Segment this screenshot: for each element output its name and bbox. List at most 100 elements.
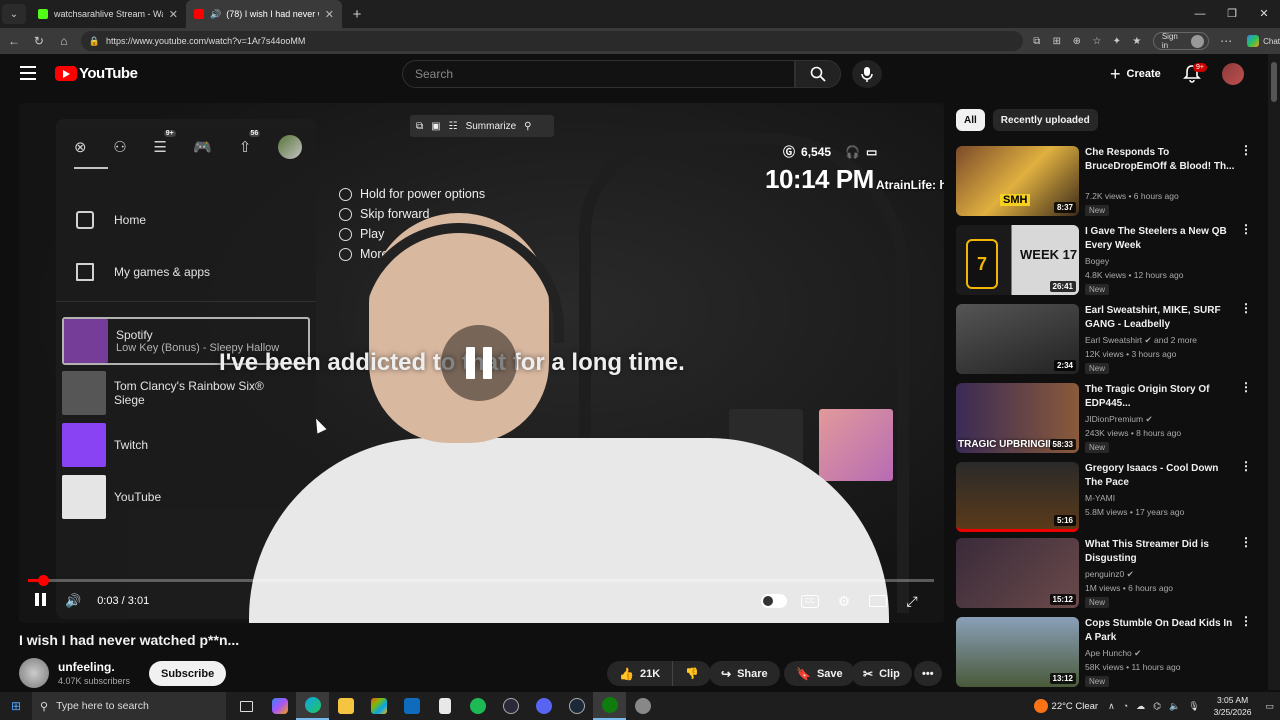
favorite-star-icon[interactable]: ☆ <box>1087 36 1107 47</box>
video-thumbnail[interactable]: SMH 8:37 <box>956 146 1079 216</box>
youtube-logo[interactable]: YouTube <box>55 65 138 82</box>
more-options-icon[interactable]: ⋯ <box>1215 34 1237 48</box>
settings-app-icon[interactable] <box>626 692 659 720</box>
recommended-video[interactable]: SMH 8:37 Che Responds To BruceDropEmOff … <box>956 144 1256 218</box>
fullscreen-icon[interactable]: ⤢ <box>901 591 923 611</box>
video-title[interactable]: What This Streamer Did is Disgusting <box>1085 538 1235 566</box>
video-title[interactable]: Earl Sweatshirt, MIKE, SURF GANG - Leadb… <box>1085 304 1235 332</box>
url-input[interactable]: 🔒 https://www.youtube.com/watch?v=1Ar7s4… <box>80 31 1023 51</box>
edge-browser-icon[interactable] <box>296 692 329 720</box>
new-tab-button[interactable]: + <box>346 6 368 23</box>
spotify-icon[interactable] <box>461 692 494 720</box>
home-icon[interactable]: ⌂ <box>53 34 75 48</box>
center-pause-button[interactable] <box>441 325 517 401</box>
taskbar-search-input[interactable]: ⚲ Type here to search <box>32 692 226 720</box>
recommended-video[interactable]: 15:12 What This Streamer Did is Disgusti… <box>956 536 1256 610</box>
taskbar-clock[interactable]: 3:05 AM 3/25/2026 <box>1214 694 1252 718</box>
create-button[interactable]: + Create <box>1100 61 1171 87</box>
more-vert-icon[interactable]: ⋮ <box>1240 144 1252 156</box>
clip-button[interactable]: ✂ Clip <box>851 661 912 686</box>
translate-icon[interactable]: ⧉ <box>1027 36 1047 47</box>
more-vert-icon[interactable]: ⋮ <box>1240 381 1252 393</box>
video-title[interactable]: I Gave The Steelers a New QB Every Week <box>1085 225 1235 253</box>
steam-icon[interactable] <box>560 692 593 720</box>
progress-bar[interactable] <box>28 575 934 586</box>
network-icon[interactable]: ⌬ <box>1153 701 1161 712</box>
video-thumbnail[interactable]: TRAGIC UPBRINGIN 58:33 <box>956 383 1079 453</box>
channel-avatar[interactable] <box>19 658 49 688</box>
more-vert-icon[interactable]: ⋮ <box>1240 536 1252 548</box>
more-vert-icon[interactable]: ⋮ <box>1240 615 1252 627</box>
menu-icon[interactable] <box>20 66 36 80</box>
notification-center-icon[interactable]: ▭ <box>1265 701 1274 712</box>
channel-name[interactable]: unfeeling. <box>58 660 115 674</box>
volume-icon[interactable]: 🔊 <box>65 593 81 609</box>
theater-mode-icon[interactable] <box>869 595 887 607</box>
copilot-app-icon[interactable] <box>263 692 296 720</box>
microsoft-store-icon[interactable] <box>362 692 395 720</box>
meet-icon[interactable]: ◔ <box>1123 701 1128 711</box>
sign-in-button[interactable]: Sign in <box>1152 32 1210 50</box>
more-vert-icon[interactable]: ⋮ <box>1240 223 1252 235</box>
media-player-icon[interactable] <box>494 692 527 720</box>
captions-icon[interactable]: CC <box>801 594 819 608</box>
search-input[interactable]: Search <box>402 60 795 88</box>
zoom-icon[interactable]: ⊕ <box>1067 36 1087 47</box>
more-vert-icon[interactable]: ⋮ <box>1240 302 1252 314</box>
close-window-button[interactable]: ✕ <box>1248 0 1280 28</box>
video-title[interactable]: The Tragic Origin Story Of EDP445... <box>1085 383 1235 411</box>
close-tab-icon[interactable]: ✕ <box>169 8 178 21</box>
favorites-icon[interactable]: ★ <box>1127 36 1147 47</box>
file-explorer-icon[interactable] <box>329 692 362 720</box>
translate-icon[interactable]: ⚲ <box>524 121 531 132</box>
autoplay-toggle[interactable] <box>761 594 787 608</box>
back-icon[interactable]: ← <box>3 34 25 48</box>
browser-tab-youtube[interactable]: 🔊 (78) I wish I had never watche ✕ <box>186 0 342 28</box>
pause-button[interactable] <box>35 593 49 609</box>
extensions-icon[interactable]: ✦ <box>1107 36 1127 47</box>
miniplayer-icon[interactable]: ⧉ <box>416 121 423 132</box>
notepad-icon[interactable] <box>428 692 461 720</box>
video-title[interactable]: Che Responds To BruceDropEmOff & Blood! … <box>1085 146 1235 174</box>
voice-search-button[interactable] <box>852 60 882 88</box>
video-thumbnail[interactable]: 13:12 <box>956 617 1079 687</box>
copilot-chat-button[interactable]: Chat <box>1247 35 1280 47</box>
subscribe-button[interactable]: Subscribe <box>149 661 227 686</box>
dislike-button[interactable]: 👎 <box>673 661 711 686</box>
account-avatar[interactable] <box>1222 63 1244 85</box>
like-button[interactable]: 👍 21K <box>607 661 674 686</box>
more-vert-icon[interactable]: ⋮ <box>1240 460 1252 472</box>
page-scrollbar[interactable] <box>1268 54 1280 690</box>
search-button[interactable] <box>795 60 841 88</box>
more-actions-button[interactable]: ••• <box>914 661 942 686</box>
share-button[interactable]: ↪ Share <box>709 661 780 686</box>
video-thumbnail[interactable]: 7 WEEK 17 26:41 <box>956 225 1079 295</box>
video-thumbnail[interactable]: 2:34 <box>956 304 1079 374</box>
restore-button[interactable]: ❐ <box>1216 0 1248 28</box>
discord-icon[interactable] <box>527 692 560 720</box>
video-title[interactable]: Cops Stumble On Dead Kids In A Park <box>1085 617 1235 645</box>
xbox-app-icon[interactable] <box>593 692 626 720</box>
hidden-icons-chevron-icon[interactable]: ∧ <box>1108 701 1115 712</box>
video-title[interactable]: Gregory Isaacs - Cool Down The Pace <box>1085 462 1235 490</box>
speaker-icon[interactable]: 🔊 <box>210 9 221 20</box>
close-tab-icon[interactable]: ✕ <box>325 8 334 21</box>
video-thumbnail[interactable]: 15:12 <box>956 538 1079 608</box>
video-thumbnail[interactable]: 5:16 <box>956 462 1079 532</box>
video-player[interactable]: ⊗ ⚇ ☰ 9+ 🎮 ⇧ 56 Home My games & apps Spoti… <box>19 103 944 623</box>
task-view-icon[interactable] <box>230 692 263 720</box>
settings-gear-icon[interactable]: ⚙ <box>833 591 855 611</box>
app-available-icon[interactable]: ⊞ <box>1047 36 1067 47</box>
tab-actions-menu[interactable]: ⌄ <box>2 4 26 24</box>
refresh-icon[interactable]: ↻ <box>28 34 50 48</box>
chip-all[interactable]: All <box>956 109 985 131</box>
weather-text[interactable]: 22°C Clear <box>1052 701 1099 712</box>
channel-name[interactable]: Bogey <box>1085 256 1109 266</box>
summarize-button[interactable]: Summarize <box>466 121 517 132</box>
recommended-video[interactable]: 5:16 Gregory Isaacs - Cool Down The Pace… <box>956 460 1256 534</box>
outlook-icon[interactable] <box>395 692 428 720</box>
lock-icon[interactable]: 🔒 <box>89 36 100 47</box>
volume-icon[interactable]: 🔈 <box>1169 701 1180 712</box>
scrollbar-thumb[interactable] <box>1271 62 1277 102</box>
recommended-video[interactable]: 7 WEEK 17 26:41 I Gave The Steelers a Ne… <box>956 223 1256 297</box>
